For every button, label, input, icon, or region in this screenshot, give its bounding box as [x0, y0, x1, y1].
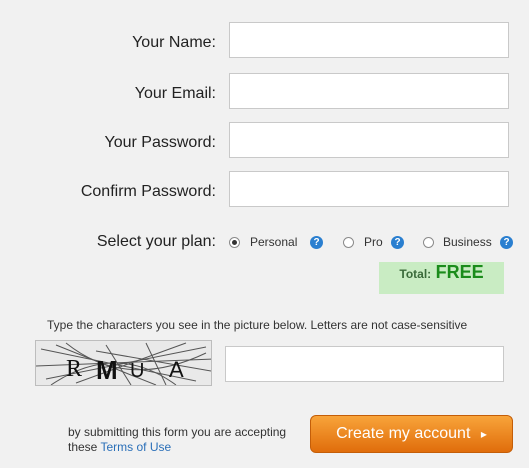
- terms-of-use-link[interactable]: Terms of Use: [100, 440, 171, 454]
- svg-text:A: A: [169, 357, 184, 382]
- svg-text:R: R: [66, 356, 82, 382]
- password-input[interactable]: [229, 122, 509, 158]
- email-input[interactable]: [229, 73, 509, 109]
- name-label: Your Name:: [132, 34, 216, 51]
- email-label: Your Email:: [134, 85, 216, 102]
- plan-label: Select your plan:: [96, 233, 216, 250]
- captcha-input[interactable]: [225, 346, 504, 382]
- plan-pro-label[interactable]: Pro: [364, 235, 383, 249]
- svg-text:U: U: [130, 360, 144, 382]
- total-value: FREE: [435, 262, 484, 282]
- chevron-right-icon: ▸: [480, 427, 487, 441]
- confirm-password-input[interactable]: [229, 171, 509, 207]
- terms-notice: by submitting this form you are acceptin…: [68, 425, 288, 455]
- plan-business-radio[interactable]: [423, 237, 434, 248]
- total-label: Total:: [399, 267, 432, 281]
- password-label: Your Password:: [104, 134, 216, 151]
- plan-pro-radio[interactable]: [343, 237, 354, 248]
- plan-business-label[interactable]: Business: [443, 235, 492, 249]
- name-input[interactable]: [229, 22, 509, 58]
- help-icon[interactable]: ?: [391, 236, 404, 249]
- captcha-instruction: Type the characters you see in the pictu…: [47, 318, 468, 332]
- captcha-image: R M U A: [35, 340, 212, 386]
- total-box: Total: FREE: [379, 262, 504, 294]
- plan-personal-radio[interactable]: [229, 237, 240, 248]
- help-icon[interactable]: ?: [500, 236, 513, 249]
- confirm-password-label: Confirm Password:: [80, 183, 216, 200]
- plan-personal-label[interactable]: Personal: [250, 235, 297, 249]
- help-icon[interactable]: ?: [310, 236, 323, 249]
- svg-text:M: M: [96, 355, 118, 385]
- create-account-button[interactable]: Create my account ▸: [310, 415, 513, 453]
- create-account-label: Create my account: [336, 425, 471, 442]
- signup-panel: Your Name: Your Email: Your Password: Co…: [0, 0, 529, 468]
